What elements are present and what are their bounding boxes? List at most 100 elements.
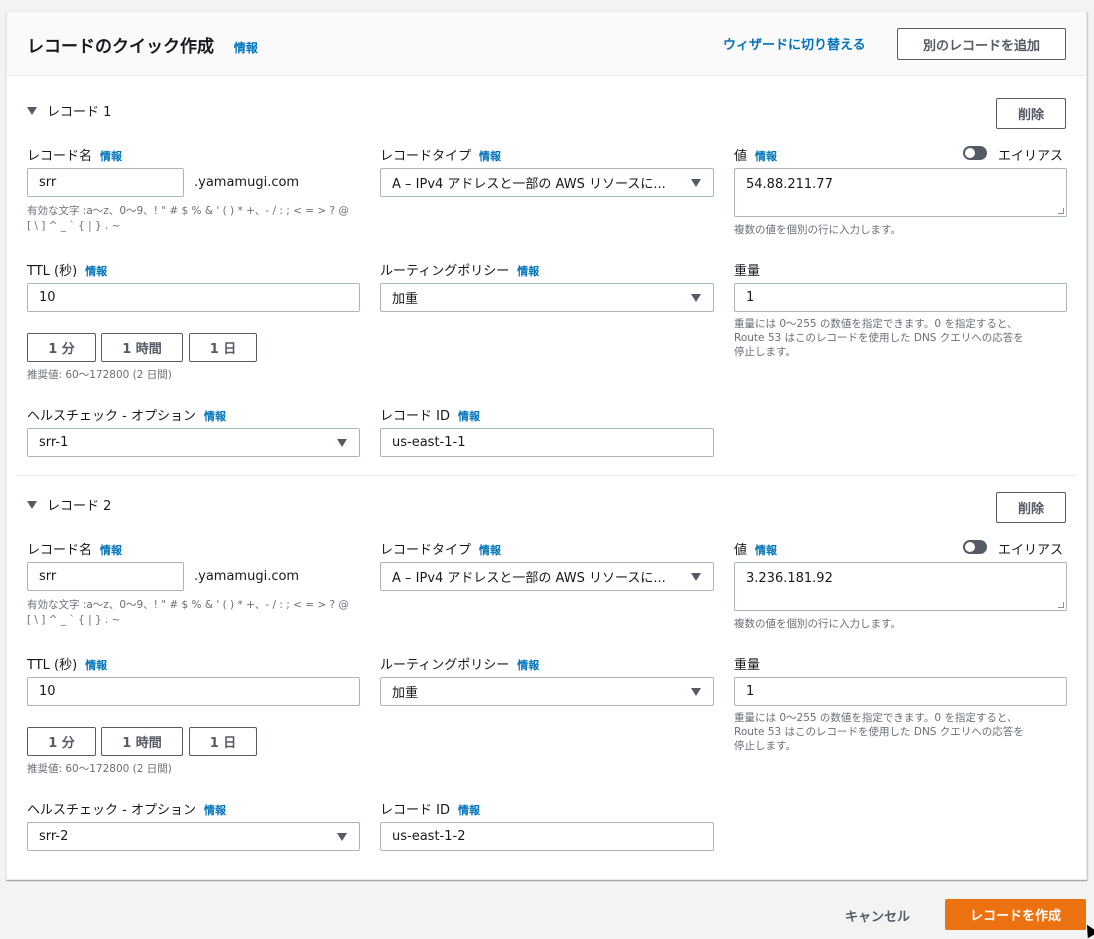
record-2-weight-hint-1: 重量には 0〜255 の数値を指定できます。0 を指定すると、 [734,712,1018,724]
page-title: レコードのクイック作成 情報 [27,32,258,57]
caret-down-icon [691,687,701,696]
resize-grip-icon[interactable] [1058,208,1064,214]
record-2-delete-button[interactable]: 削除 [996,492,1066,523]
label-text: ルーティングポリシー [380,264,510,279]
info-link[interactable]: 情報 [479,544,501,557]
record-1-ttl-input[interactable]: 10 [27,283,360,312]
record-1-ttl-1hour-button[interactable]: 1 時間 [101,333,183,362]
record-1-value-label: 値情報 [734,145,777,164]
label-text: レコード名 [27,149,93,164]
quick-create-panel: レコードのクイック作成 情報 ウィザードに切り替える 別のレコードを追加 レコー… [6,11,1087,880]
select-value: srr-2 [39,829,69,844]
record-2-ttl-1day-button[interactable]: 1 日 [189,727,257,756]
info-link[interactable]: 情報 [204,804,226,817]
record-2-health-label: ヘルスチェック - オプション 情報 [27,799,226,818]
label-text: レコードタイプ [380,149,472,164]
label-text: TTL (秒) [27,658,78,673]
record-2-name-label: レコード名 情報 [27,539,122,558]
textarea-value: 3.236.181.92 [746,571,833,586]
record-1-value-textarea[interactable]: 54.88.211.77 [734,168,1067,217]
record-2-heading[interactable]: レコード 2 [27,495,111,514]
switch-to-wizard-link[interactable]: ウィザードに切り替える [723,34,866,53]
record-2-type-label: レコードタイプ 情報 [380,539,501,558]
resize-grip-icon[interactable] [1058,602,1064,608]
title-info-link[interactable]: 情報 [234,41,258,55]
record-2-heading-text: レコード 2 [47,499,112,514]
record-2-id-input[interactable]: us-east-1-2 [380,822,714,851]
record-2-routing-select[interactable]: 加重 [380,677,714,706]
add-record-button[interactable]: 別のレコードを追加 [897,28,1066,60]
record-1-valid-chars-hint-2: [ \ ] ^ _ ` { | } . ~ [27,220,121,232]
record-2-domain-suffix: .yamamugi.com [194,569,300,584]
textarea-value: 54.88.211.77 [746,177,833,192]
record-2-weight-hint-2: Route 53 はこのレコードを使用した DNS クエリへの応答を [734,726,1024,738]
label-text: レコードタイプ [380,543,472,558]
record-2-valid-chars-hint-2: [ \ ] ^ _ ` { | } . ~ [27,614,121,626]
select-value: A – IPv4 アドレスと一部の AWS リソースに... [392,571,666,586]
record-1-ttl-label: TTL (秒) 情報 [27,260,107,279]
info-link[interactable]: 情報 [100,544,122,557]
info-link[interactable]: 情報 [85,659,107,672]
record-1-ttl-hint: 推奨値: 60〜172800 (2 日間) [27,369,172,381]
record-1-type-select[interactable]: A – IPv4 アドレスと一部の AWS リソースに... [380,168,714,197]
info-link[interactable]: 情報 [517,265,539,278]
record-2-health-select[interactable]: srr-2 [27,822,360,851]
record-1-ttl-1day-button[interactable]: 1 日 [189,333,257,362]
record-1-heading[interactable]: レコード 1 [27,101,111,120]
select-value: A – IPv4 アドレスと一部の AWS リソースに... [392,177,666,192]
record-2-ttl-hint: 推奨値: 60〜172800 (2 日間) [27,763,172,775]
record-2-weight-input[interactable]: 1 [734,677,1067,706]
select-value: 加重 [392,292,419,307]
record-2-type-select[interactable]: A – IPv4 アドレスと一部の AWS リソースに... [380,562,714,591]
record-2-alias-toggle[interactable] [963,540,987,554]
record-2-ttl-1min-button[interactable]: 1 分 [27,727,96,756]
record-2-valid-chars-hint-1: 有効な文字 :a〜z、0〜9、! " # $ % & ' ( ) * +、- /… [27,599,349,611]
record-2-weight-label: 重量 [734,658,761,673]
record-1-value-hint: 複数の値を個別の行に入力します。 [734,224,901,236]
label-text: レコード ID [380,409,450,424]
info-link[interactable]: 情報 [458,410,480,423]
label-text: レコード ID [380,803,450,818]
record-2-alias-label: エイリアス [998,543,1064,558]
info-link[interactable]: 情報 [755,544,777,557]
record-1-health-label: ヘルスチェック - オプション 情報 [27,405,226,424]
label-text: 値 [734,543,748,558]
cancel-button[interactable]: キャンセル [845,906,910,925]
select-value: 加重 [392,686,419,701]
record-divider [17,475,1077,476]
record-1-weight-hint-3: 停止します。 [734,346,796,358]
create-records-button[interactable]: レコードを作成 [945,899,1086,930]
page-title-text: レコードのクイック作成 [27,37,214,57]
info-link[interactable]: 情報 [517,659,539,672]
info-link[interactable]: 情報 [100,150,122,163]
record-2-ttl-1hour-button[interactable]: 1 時間 [101,727,183,756]
record-1-weight-hint-2: Route 53 はこのレコードを使用した DNS クエリへの応答を [734,332,1024,344]
record-1-heading-text: レコード 1 [47,105,112,120]
record-1-routing-select[interactable]: 加重 [380,283,714,312]
record-2-value-hint: 複数の値を個別の行に入力します。 [734,618,901,630]
info-link[interactable]: 情報 [755,150,777,163]
info-link[interactable]: 情報 [85,265,107,278]
record-1-ttl-1min-button[interactable]: 1 分 [27,333,96,362]
expand-triangle-icon [27,106,37,115]
info-link[interactable]: 情報 [204,410,226,423]
label-text: 値 [734,149,748,164]
record-1-valid-chars-hint-1: 有効な文字 :a〜z、0〜9、! " # $ % & ' ( ) * +、- /… [27,205,349,217]
record-1-name-input[interactable]: srr [27,168,184,197]
record-1-routing-label: ルーティングポリシー 情報 [380,260,539,279]
info-link[interactable]: 情報 [479,150,501,163]
info-link[interactable]: 情報 [458,804,480,817]
record-2-value-textarea[interactable]: 3.236.181.92 [734,562,1067,611]
record-1-delete-button[interactable]: 削除 [996,98,1066,129]
record-1-weight-input[interactable]: 1 [734,283,1067,312]
label-text: ルーティングポリシー [380,658,510,673]
record-1-health-select[interactable]: srr-1 [27,428,360,457]
record-1-id-input[interactable]: us-east-1-1 [380,428,714,457]
record-2-name-input[interactable]: srr [27,562,184,591]
record-1-alias-toggle[interactable] [963,146,987,160]
record-2-value-label: 値情報 [734,539,777,558]
record-2-ttl-label: TTL (秒) 情報 [27,654,107,673]
label-text: ヘルスチェック - オプション [27,409,196,424]
panel-header: レコードのクイック作成 情報 ウィザードに切り替える 別のレコードを追加 [7,12,1086,76]
record-2-ttl-input[interactable]: 10 [27,677,360,706]
